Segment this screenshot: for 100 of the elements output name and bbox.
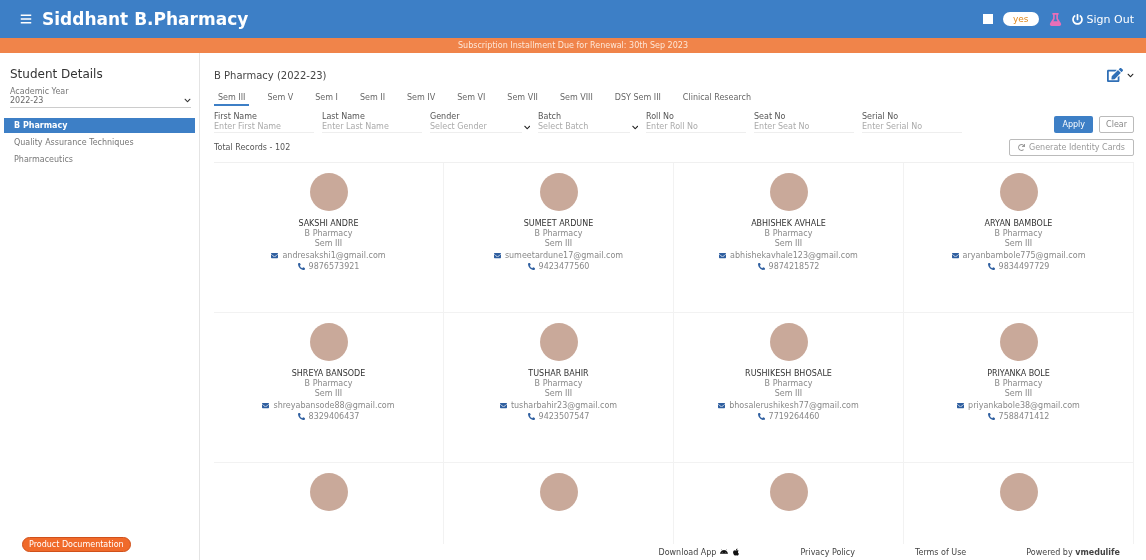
power-icon — [1071, 13, 1083, 25]
phone-icon — [527, 413, 535, 420]
semester-tab[interactable]: Sem II — [355, 91, 389, 106]
student-email: bhosalerushikesh77@gmail.com — [729, 401, 859, 410]
filter-label: Gender — [430, 112, 461, 121]
student-course: B Pharmacy — [304, 229, 353, 238]
filter-label: Serial No — [862, 112, 900, 121]
semester-tab[interactable]: Sem IV — [403, 91, 440, 106]
select-field[interactable]: Select Gender — [430, 121, 522, 133]
sign-out-button[interactable]: Sign Out — [1071, 12, 1134, 26]
select-field[interactable]: Select Batch — [538, 121, 630, 133]
course-title: B Pharmacy (2022-23) — [214, 69, 327, 81]
refresh-icon — [1018, 144, 1025, 151]
semester-tab[interactable]: Sem I — [311, 91, 342, 106]
envelope-icon — [499, 402, 507, 409]
student-phone: 9834497729 — [998, 262, 1050, 271]
semester-tab[interactable]: Sem III — [214, 91, 250, 106]
envelope-icon — [718, 402, 726, 409]
avatar-placeholder — [539, 173, 578, 211]
input-field[interactable]: Enter Last Name — [322, 121, 422, 133]
year-select[interactable]: 2022-23 — [10, 96, 191, 108]
sidebar-title: Student Details — [9, 67, 104, 81]
clear-button[interactable]: Clear — [1099, 116, 1134, 133]
student-name: ARYAN BAMBOLE — [984, 219, 1053, 228]
phone-icon — [297, 263, 305, 270]
phone-icon — [527, 263, 535, 270]
student-course: B Pharmacy — [534, 229, 583, 238]
student-email: sumeetardune17@gmail.com — [504, 251, 624, 260]
student-email: aryanbambole775@gmail.com — [962, 251, 1086, 260]
avatar-placeholder — [309, 473, 348, 511]
chevron-icon[interactable] — [523, 123, 530, 131]
student-semester: Sem III — [774, 239, 803, 248]
phone-icon — [757, 413, 765, 420]
filter-label: First Name — [214, 112, 258, 121]
input-field[interactable]: Enter Roll No — [646, 121, 746, 133]
semester-tab[interactable]: Sem VIII — [555, 91, 597, 106]
semester-tab[interactable]: Sem VI — [453, 91, 490, 106]
student-email: abhishekavhale123@gmail.com — [730, 251, 858, 260]
envelope-icon — [493, 252, 501, 259]
filter-label: Last Name — [322, 112, 366, 121]
student-semester: Sem III — [544, 389, 573, 398]
avatar-placeholder — [769, 473, 808, 511]
avatar-placeholder — [999, 173, 1038, 211]
student-phone: 7588471412 — [998, 412, 1050, 421]
student-course: B Pharmacy — [764, 229, 813, 238]
student-phone: 9874218572 — [768, 262, 820, 271]
student-semester: Sem III — [1004, 239, 1033, 248]
avatar-placeholder — [539, 323, 578, 361]
student-phone: 8329406437 — [308, 412, 360, 421]
student-semester: Sem III — [544, 239, 573, 248]
student-course: B Pharmacy — [994, 229, 1043, 238]
envelope-icon — [262, 402, 270, 409]
avatar-placeholder — [999, 323, 1038, 361]
student-email: shreyabansode88@gmail.com — [273, 401, 395, 410]
apply-button[interactable]: Apply — [1054, 116, 1094, 133]
student-phone: 9876573921 — [308, 262, 360, 271]
filter-label: Roll No — [646, 112, 675, 121]
avatar-placeholder — [999, 473, 1038, 511]
sidebar-item[interactable]: Quality Assurance Techniques — [4, 135, 195, 150]
student-phone: 9423507547 — [538, 412, 590, 421]
year-label: Academic Year — [9, 87, 70, 96]
envelope-icon — [271, 252, 279, 259]
phone-icon — [987, 413, 995, 420]
input-field[interactable]: Enter Seat No — [754, 121, 854, 133]
student-semester: Sem III — [314, 389, 343, 398]
student-phone: 9423477560 — [538, 262, 590, 271]
semester-tab[interactable]: Sem VII — [503, 91, 542, 106]
status-badge: yes — [1003, 12, 1039, 26]
semester-tab[interactable]: Sem V — [263, 91, 298, 106]
student-course: B Pharmacy — [994, 379, 1043, 388]
student-phone: 7719264460 — [768, 412, 820, 421]
semester-tab[interactable]: DSY Sem III — [610, 91, 665, 106]
edit-icon[interactable] — [1107, 67, 1123, 83]
input-field[interactable]: Enter Serial No — [862, 121, 962, 133]
menu-icon[interactable] — [20, 13, 32, 25]
student-semester: Sem III — [774, 389, 803, 398]
subscription-banner: Subscription Installment Due for Renewal: 30th Sep 2023 — [0, 38, 1146, 53]
sidebar-item[interactable]: Pharmaceutics — [4, 152, 195, 167]
semester-tab[interactable]: Clinical Research — [678, 91, 755, 106]
android-icon[interactable] — [720, 548, 729, 556]
terms-link[interactable]: Terms of Use — [914, 547, 967, 557]
privacy-link[interactable]: Privacy Policy — [800, 547, 855, 557]
student-course: B Pharmacy — [764, 379, 813, 388]
student-name: SUMEET ARDUNE — [523, 219, 594, 228]
apple-icon[interactable] — [732, 548, 741, 556]
student-semester: Sem III — [1004, 389, 1033, 398]
student-email: tusharbahir23@gmail.com — [510, 401, 618, 410]
student-email: andresakshi1@gmail.com — [282, 251, 386, 260]
chevron-icon[interactable] — [1127, 71, 1134, 79]
avatar-placeholder — [769, 173, 808, 211]
phone-icon — [987, 263, 995, 270]
chevron-icon[interactable] — [631, 123, 638, 131]
sidebar-item[interactable]: B Pharmacy — [4, 118, 195, 133]
chevron-icon — [184, 97, 191, 104]
total-records: Total Records - 102 — [214, 143, 291, 152]
envelope-icon — [957, 402, 965, 409]
input-field[interactable]: Enter First Name — [214, 121, 314, 133]
filter-label: Batch — [538, 112, 562, 121]
avatar-placeholder — [769, 323, 808, 361]
student-name: SHREYA BANSODE — [291, 369, 366, 378]
